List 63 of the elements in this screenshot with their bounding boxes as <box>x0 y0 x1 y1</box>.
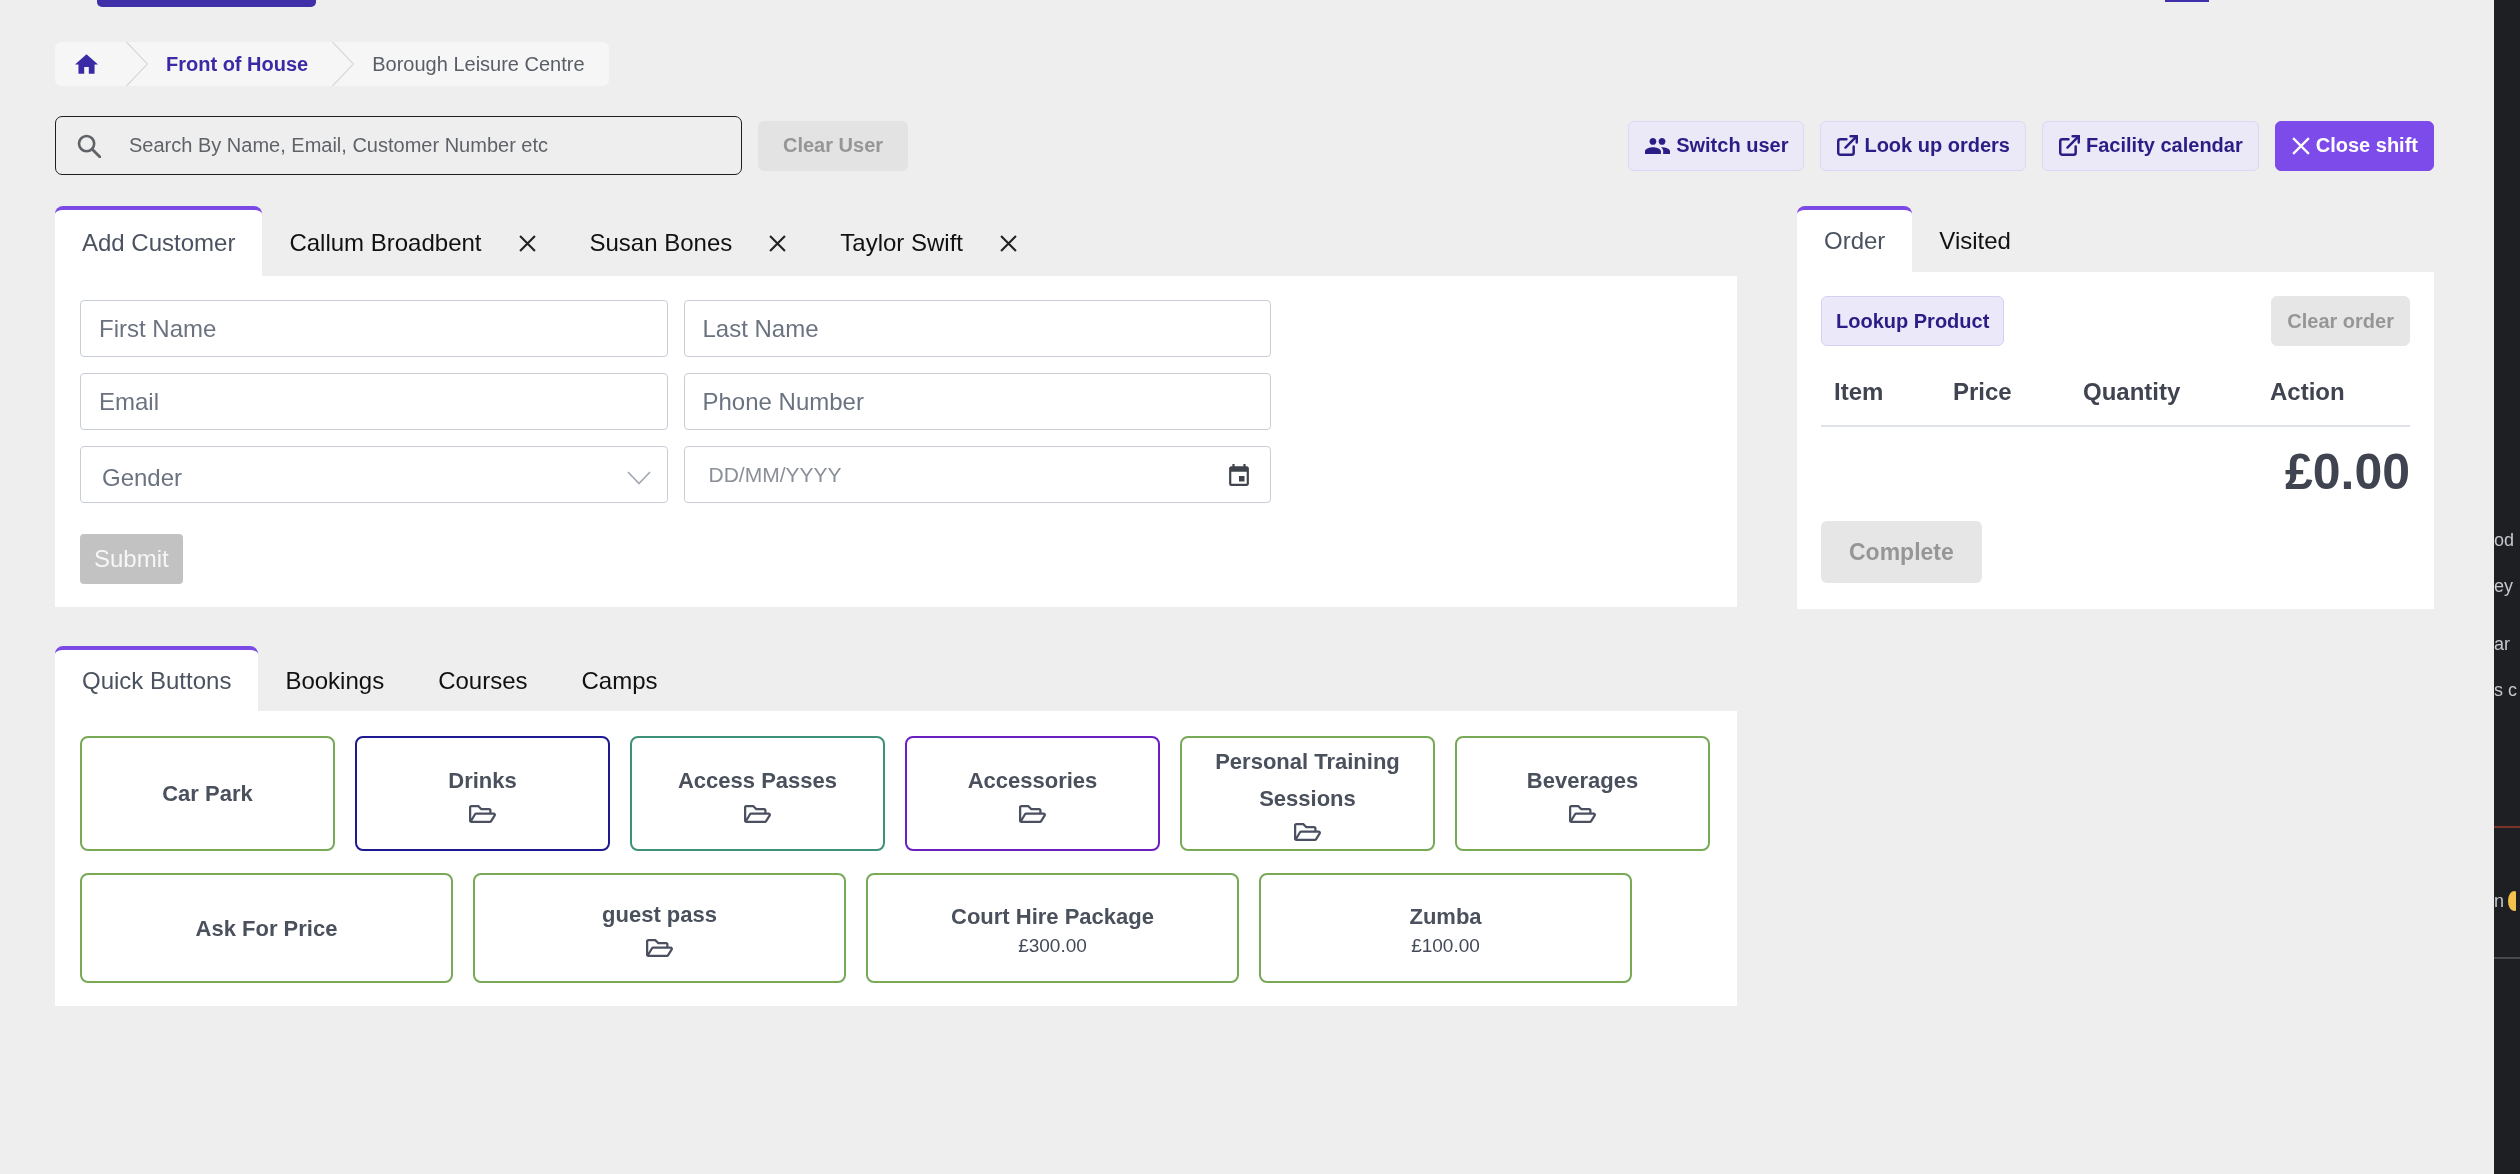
input-field[interactable]: First Name <box>80 300 668 357</box>
quick-button[interactable]: Access Passes <box>630 736 885 851</box>
action-button[interactable]: Close shift <box>2274 120 2434 171</box>
column-header: Action <box>2270 378 2345 406</box>
action-button[interactable]: Facility calendar <box>2042 120 2259 171</box>
search-icon <box>77 133 101 158</box>
tab[interactable]: Callum Broadbent <box>262 206 563 276</box>
breadcrumb-link[interactable]: Front of House <box>166 52 309 76</box>
search-field[interactable]: Search By Name, Email, Customer Number etc <box>55 116 742 175</box>
tab[interactable]: Susan Bones <box>562 206 814 276</box>
home-icon[interactable] <box>75 54 98 74</box>
quick-button[interactable]: Ask For Price <box>80 873 453 983</box>
emoji-icon <box>2508 891 2516 911</box>
window-text: n <box>2494 890 2504 912</box>
column-header: Price <box>1953 378 2012 406</box>
quick-button[interactable]: Car Park <box>80 736 335 851</box>
close-icon[interactable] <box>518 234 536 252</box>
close-icon <box>2291 136 2310 155</box>
breadcrumb-current: Borough Leisure Centre <box>372 52 585 76</box>
tab[interactable]: Camps <box>554 646 685 711</box>
tab[interactable]: Visited <box>1912 206 2038 272</box>
header-underline <box>2165 0 2209 2</box>
quick-button[interactable]: Beverages <box>1455 736 1710 851</box>
select-field[interactable]: Gender <box>80 446 668 503</box>
quick-button[interactable]: Zumba £100.00 <box>1259 873 1632 983</box>
quick-button[interactable]: Drinks <box>355 736 610 851</box>
tab[interactable]: Add Customer <box>55 206 263 276</box>
close-icon[interactable] <box>769 234 787 252</box>
external-link-icon <box>1837 135 1859 156</box>
search-input[interactable]: Search By Name, Email, Customer Number etc <box>127 133 741 158</box>
calendar-icon[interactable] <box>1229 463 1249 486</box>
external-link-icon <box>2059 135 2080 156</box>
window-text: ey <box>2494 575 2514 598</box>
window-text: ar <box>2494 633 2511 656</box>
order-total: £0.00 <box>2284 443 2410 502</box>
separator-chevron-icon <box>126 42 148 86</box>
lookup-product-button[interactable]: Lookup Product <box>1821 296 2005 346</box>
input-field[interactable]: Last Name <box>683 300 1271 357</box>
date-input[interactable]: DD/MM/YYYY <box>706 461 1229 488</box>
separator-chevron-icon <box>332 42 355 86</box>
quick-button[interactable]: guest pass <box>473 873 846 983</box>
input-field[interactable]: Phone Number <box>683 373 1271 430</box>
window-text: od <box>2494 529 2516 552</box>
action-button[interactable]: Look up orders <box>1820 120 2026 171</box>
column-header: Item <box>1834 378 1884 406</box>
tab[interactable]: Quick Buttons <box>55 646 259 711</box>
folder-icon <box>1294 820 1321 844</box>
column-header: Quantity <box>2083 378 2181 406</box>
date-field[interactable]: DD/MM/YYYY <box>683 446 1271 503</box>
window-text: s c <box>2494 679 2518 702</box>
close-icon[interactable] <box>1000 234 1017 252</box>
action-button[interactable]: Switch user <box>1628 120 1805 171</box>
users-icon <box>1645 137 1671 154</box>
quick-button[interactable]: Personal Training Sessions <box>1180 736 1435 851</box>
tab[interactable]: Courses <box>411 646 555 711</box>
input-field[interactable]: Email <box>80 373 668 430</box>
tab[interactable]: Bookings <box>258 646 412 711</box>
quick-button[interactable]: Accessories <box>905 736 1160 851</box>
chevron-down-icon <box>626 470 651 485</box>
folder-icon <box>646 936 673 960</box>
tab[interactable]: Order <box>1797 206 1913 272</box>
quick-button[interactable]: Court Hire Package £300.00 <box>866 873 1239 983</box>
tab[interactable]: Taylor Swift <box>813 206 1044 276</box>
